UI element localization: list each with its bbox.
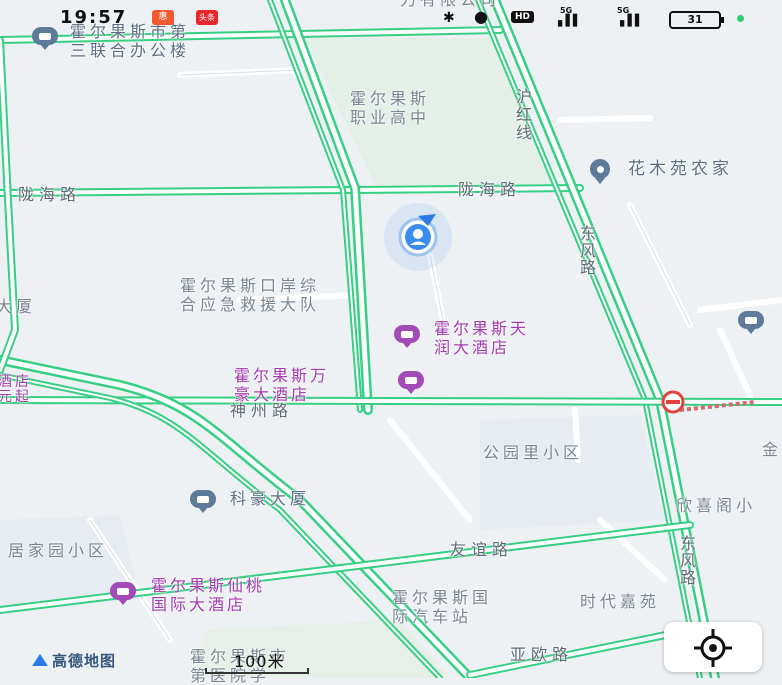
poi-left-hotel[interactable]: 酒店 元起 bbox=[0, 375, 32, 405]
poi-xiantao-hotel[interactable]: 霍尔果斯仙桃 国际大酒店 bbox=[151, 576, 265, 614]
road-label-huhong-line: 沪 红 线 bbox=[516, 87, 538, 142]
poi-park-community[interactable]: 公园里小区 bbox=[483, 443, 583, 462]
status-time: 19:57 bbox=[60, 7, 128, 28]
poi-shidai-jiayuan[interactable]: 时代嘉苑 bbox=[580, 592, 660, 611]
locate-button[interactable] bbox=[664, 622, 762, 672]
poi-kehao-building[interactable]: 科豪大厦 bbox=[230, 489, 310, 508]
signal-bars-icon: ▖▌▌ bbox=[558, 14, 581, 27]
road-label-dongfeng-bottom: 东 风 路 bbox=[680, 534, 702, 587]
signal-bars-icon: ▖▌▌ bbox=[620, 14, 643, 27]
bluetooth-icon: ✱ bbox=[443, 10, 455, 26]
status-bar: 19:57 惠 头条 ✱ ● HD 5G ▖▌▌ 5G ▖▌▌ 31 bbox=[0, 0, 782, 36]
poi-port-rescue[interactable]: 霍尔果斯口岸综 合应急救援大队 bbox=[180, 276, 320, 314]
poi-right-jin[interactable]: 金 bbox=[762, 440, 782, 459]
poi-wanhao-hotel[interactable]: 霍尔果斯万 豪大酒店 bbox=[234, 366, 329, 404]
poi-bus-station[interactable]: 霍尔果斯国 际汽车站 bbox=[392, 588, 492, 626]
road-label-youyi: 友谊路 bbox=[450, 540, 514, 559]
building-pin-icon[interactable] bbox=[190, 490, 216, 513]
hd-badge: HD bbox=[511, 11, 535, 23]
road-label-yaou: 亚欧路 bbox=[510, 645, 574, 664]
battery-icon: 31 bbox=[669, 11, 724, 29]
road-label-shenzhou: 神州路 bbox=[230, 401, 294, 420]
poi-tianrun-hotel[interactable]: 霍尔果斯天 润大酒店 bbox=[434, 319, 529, 357]
status-dot-icon bbox=[737, 15, 744, 22]
hotel-pin-icon[interactable] bbox=[110, 582, 136, 605]
poi-xinxige[interactable]: 欣喜阁小 bbox=[676, 496, 756, 515]
shop-pin-icon[interactable] bbox=[590, 159, 610, 184]
hotel-pin-icon[interactable] bbox=[394, 325, 420, 348]
news-app-icon: 头条 bbox=[196, 10, 218, 25]
poi-flower-farm[interactable]: 花木苑农家 bbox=[628, 160, 733, 179]
location-pin-icon: ● bbox=[474, 7, 488, 26]
road-label-longhai-left: 陇海路 bbox=[18, 185, 82, 204]
amap-logo-icon bbox=[32, 654, 48, 666]
hotel-pin-icon[interactable] bbox=[398, 371, 424, 394]
road-label-dongfeng-top: 东 风 路 bbox=[580, 224, 602, 277]
poi-left-dasha[interactable]: 大厦 bbox=[0, 297, 36, 316]
app-notification-icon: 惠 bbox=[152, 10, 174, 25]
building-pin-icon[interactable] bbox=[738, 311, 764, 334]
current-location-marker bbox=[384, 203, 452, 271]
poi-vocational-school[interactable]: 霍尔果斯 职业高中 bbox=[350, 89, 430, 127]
amap-logo-text: 高德地图 bbox=[52, 652, 117, 670]
poi-jia-community[interactable]: 居家园小区 bbox=[8, 541, 108, 560]
map-scale-bar bbox=[205, 668, 309, 674]
road-label-longhai-right: 陇海路 bbox=[458, 180, 522, 199]
